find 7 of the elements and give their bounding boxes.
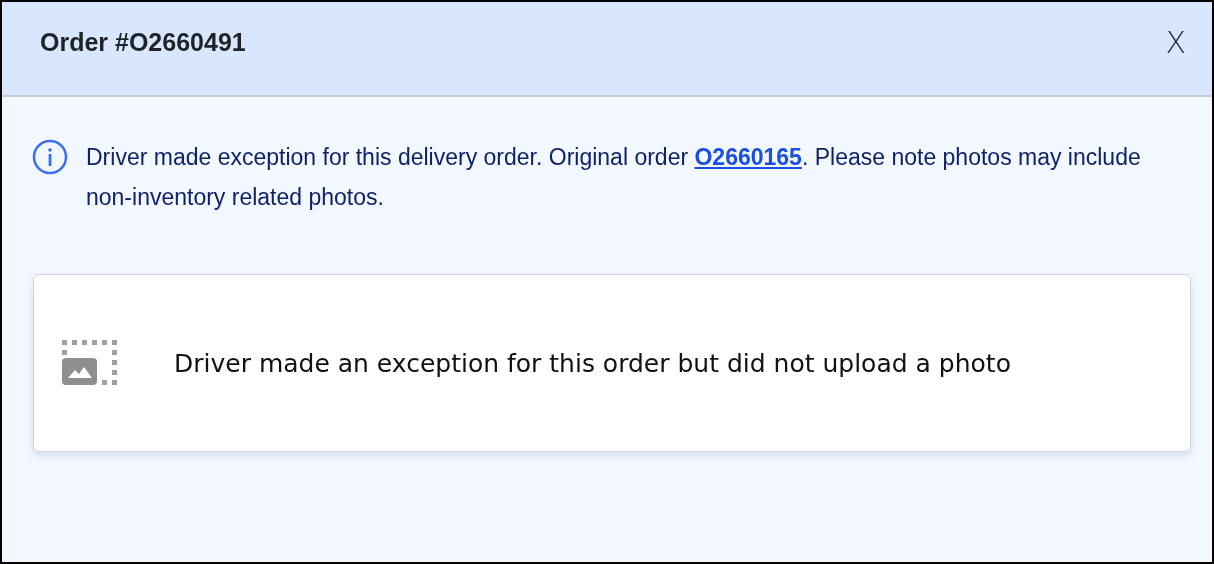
dialog-title: Order #O2660491	[40, 28, 246, 57]
no-photo-message: Driver made an exception for this order but did not upload a photo	[174, 348, 1011, 378]
exception-notice: Driver made exception for this delivery order. Original order O2660165. Please note photos may include non-inventory related photos.	[86, 143, 1142, 212]
info-icon	[32, 139, 68, 175]
close-button[interactable]: X	[1161, 25, 1190, 60]
original-order-link[interactable]: O2660165	[694, 144, 802, 170]
missing-image-icon	[62, 340, 118, 386]
